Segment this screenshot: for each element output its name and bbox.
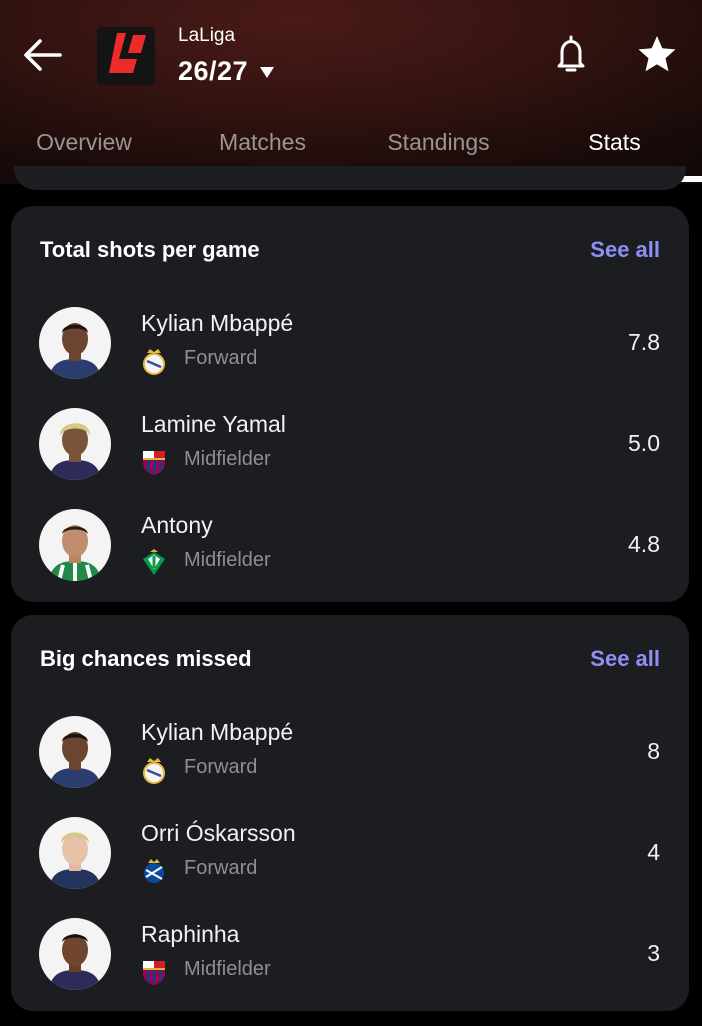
player-avatar [39, 716, 111, 788]
notifications-button[interactable] [550, 32, 592, 76]
league-name: LaLiga [178, 25, 236, 46]
player-avatar [39, 408, 111, 480]
player-position: Midfielder [184, 448, 271, 470]
see-all-link[interactable]: See all [590, 646, 660, 672]
player-row[interactable]: Orri Óskarsson Forward 4 [11, 817, 689, 917]
previous-card-edge [14, 166, 686, 190]
player-name: Kylian Mbappé [141, 719, 294, 745]
card-title: Total shots per game [40, 237, 260, 262]
player-row[interactable]: Kylian Mbappé Forward 8 [11, 716, 689, 816]
player-name: Antony [141, 512, 213, 538]
app-header: LaLiga 26/27 Overview Matches Standings … [0, 0, 702, 184]
season-label: 26/27 [178, 55, 249, 86]
real-madrid-badge [141, 347, 167, 375]
see-all-link[interactable]: See all [590, 237, 660, 263]
star-icon [638, 36, 676, 72]
stat-card-big-chances-missed: Big chances missed See all Kylian Mbappé… [11, 615, 689, 1011]
player-row[interactable]: Raphinha Midfielder 3 [11, 918, 689, 1018]
caret-down-icon [260, 67, 275, 78]
player-name: Orri Óskarsson [141, 820, 296, 846]
player-avatar [39, 509, 111, 581]
league-logo [97, 27, 155, 85]
real-sociedad-badge [141, 857, 167, 885]
stat-value: 7.8 [628, 329, 660, 355]
season-selector[interactable]: 26/27 [178, 54, 275, 88]
player-avatar [39, 918, 111, 990]
player-name: Lamine Yamal [141, 411, 286, 437]
player-row[interactable]: Antony Midfielder 4.8 [11, 509, 689, 609]
card-title: Big chances missed [40, 646, 252, 671]
stat-value: 8 [647, 738, 660, 764]
player-avatar [39, 817, 111, 889]
player-name: Kylian Mbappé [141, 310, 294, 336]
favorite-button[interactable] [634, 32, 680, 76]
stat-value: 3 [647, 940, 660, 966]
player-row[interactable]: Lamine Yamal Midfielder 5.0 [11, 408, 689, 508]
player-avatar [39, 307, 111, 379]
arrow-left-icon [24, 39, 62, 71]
player-position: Forward [184, 756, 258, 778]
player-position: Forward [184, 857, 258, 879]
stat-value: 5.0 [628, 430, 660, 456]
back-button[interactable] [18, 30, 68, 80]
stat-value: 4.8 [628, 531, 660, 557]
player-position: Forward [184, 347, 258, 369]
stat-card-total-shots: Total shots per game See all Kylian Mbap… [11, 206, 689, 602]
real-madrid-badge [141, 756, 167, 784]
barcelona-badge [141, 958, 167, 986]
bell-icon [557, 35, 585, 72]
real-betis-badge [141, 549, 167, 577]
player-name: Raphinha [141, 921, 240, 947]
player-row[interactable]: Kylian Mbappé Forward 7.8 [11, 307, 689, 407]
player-position: Midfielder [184, 549, 271, 571]
player-position: Midfielder [184, 958, 271, 980]
stat-value: 4 [647, 839, 660, 865]
barcelona-badge [141, 448, 167, 476]
